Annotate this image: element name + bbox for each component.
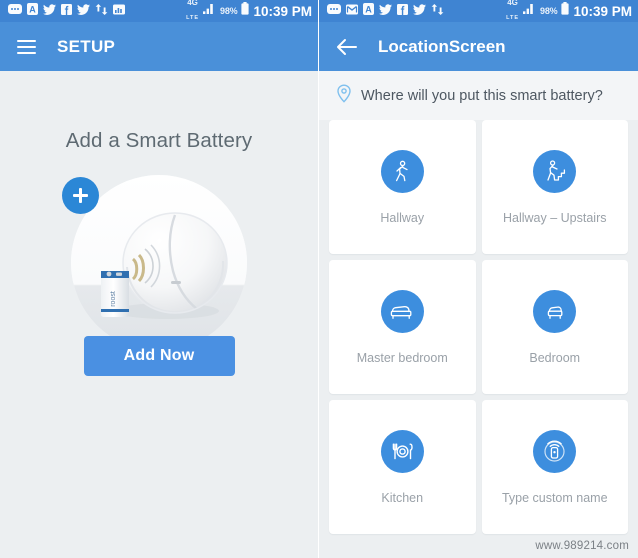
location-content: Where will you put this smart battery? H… [319, 71, 638, 558]
location-card-label: Hallway – Upstairs [502, 210, 607, 225]
status-bar: A 4G LTE 98% 10:39 PM [0, 0, 318, 22]
signal-bars-icon [203, 2, 216, 20]
network-subtype-label: LTE [186, 14, 200, 21]
clock-time: 10:39 PM [573, 3, 632, 19]
app-a-icon: A [363, 2, 374, 20]
twitter-icon [413, 2, 426, 20]
clock-time: 10:39 PM [253, 3, 312, 19]
watermark: www.989214.com [535, 540, 629, 552]
svg-text:A: A [365, 5, 372, 15]
app-bar: SETUP [0, 22, 318, 71]
signal-bars-icon [523, 2, 536, 20]
smart-device-signal-icon [533, 429, 577, 473]
walking-person-icon [380, 149, 424, 193]
location-card-hallway-upstairs[interactable]: Hallway – Upstairs [481, 120, 628, 254]
gallery-icon [113, 2, 125, 20]
location-card-label: Hallway [380, 210, 425, 225]
app-bar: LocationScreen [319, 22, 638, 71]
app-a-icon: A [27, 2, 38, 20]
prompt-row: Where will you put this smart battery? [319, 71, 638, 120]
sync-retweet-icon [431, 2, 444, 20]
location-card-custom-name[interactable]: Type custom name [481, 400, 628, 534]
location-card-label: Bedroom [529, 350, 581, 365]
twitter-icon [77, 2, 90, 20]
status-bar-system-icons: 4G LTE 98% 10:39 PM [506, 0, 632, 24]
sms-icon [327, 2, 341, 20]
twitter-icon [43, 2, 56, 20]
status-bar: A 4G LTE 98% 10:39 PM [319, 0, 638, 22]
add-now-button[interactable]: Add Now [83, 336, 235, 376]
location-screen: A 4G LTE 98% 10:39 PM LocationScreen Whe… [319, 0, 638, 558]
location-card-label: Type custom name [501, 490, 608, 505]
status-bar-system-icons: 4G LTE 98% 10:39 PM [186, 0, 312, 24]
page-title: SETUP [57, 36, 116, 56]
person-climbing-stairs-icon [533, 149, 577, 193]
dual-screenshot-container: A 4G LTE 98% 10:39 PM SETUP Add a Smart … [0, 0, 638, 558]
cutlery-plate-icon [380, 429, 424, 473]
back-arrow-icon[interactable] [336, 37, 357, 57]
facebook-icon [397, 2, 408, 20]
facebook-icon [61, 2, 72, 20]
hamburger-menu-icon[interactable] [17, 39, 36, 54]
double-bed-icon [380, 289, 424, 333]
status-bar-notification-icons: A [327, 2, 444, 20]
network-type-icon: 4G LTE [186, 0, 199, 24]
add-battery-plus-button[interactable] [62, 177, 99, 214]
status-bar-notification-icons: A [8, 2, 125, 20]
location-card-bedroom[interactable]: Bedroom [481, 260, 628, 394]
battery-icon [241, 2, 250, 20]
setup-screen: A 4G LTE 98% 10:39 PM SETUP Add a Smart … [0, 0, 319, 558]
network-subtype-label: LTE [506, 14, 520, 21]
location-card-label: Master bedroom [356, 350, 448, 365]
prompt-text: Where will you put this smart battery? [361, 88, 603, 104]
twitter-icon [379, 2, 392, 20]
battery-illustration: roost [101, 271, 129, 317]
svg-text:A: A [29, 5, 36, 15]
network-type-icon: 4G LTE [506, 0, 519, 24]
svg-text:roost: roost [110, 291, 117, 307]
sms-icon [8, 2, 22, 20]
battery-percentage: 98% [540, 6, 558, 16]
battery-percentage: 98% [220, 6, 238, 16]
location-pin-icon [336, 84, 352, 108]
gmail-icon [346, 2, 358, 20]
primary-action-row: Add Now [0, 336, 318, 376]
sync-retweet-icon [95, 2, 108, 20]
location-card-master-bedroom[interactable]: Master bedroom [329, 260, 476, 394]
single-bed-icon [533, 289, 577, 333]
page-title: LocationScreen [378, 36, 506, 56]
setup-content: Add a Smart Battery roost Add Now [0, 71, 318, 558]
location-card-label: Kitchen [381, 490, 424, 505]
battery-icon [561, 2, 570, 20]
headline: Add a Smart Battery [65, 129, 253, 152]
location-card-hallway[interactable]: Hallway [329, 120, 476, 254]
location-grid: Hallway Hallway – Upstairs Master bedroo… [319, 120, 638, 534]
network-type-label: 4G [187, 0, 198, 7]
product-photo: roost [62, 175, 247, 351]
location-card-kitchen[interactable]: Kitchen [329, 400, 476, 534]
network-type-label: 4G [507, 0, 518, 7]
